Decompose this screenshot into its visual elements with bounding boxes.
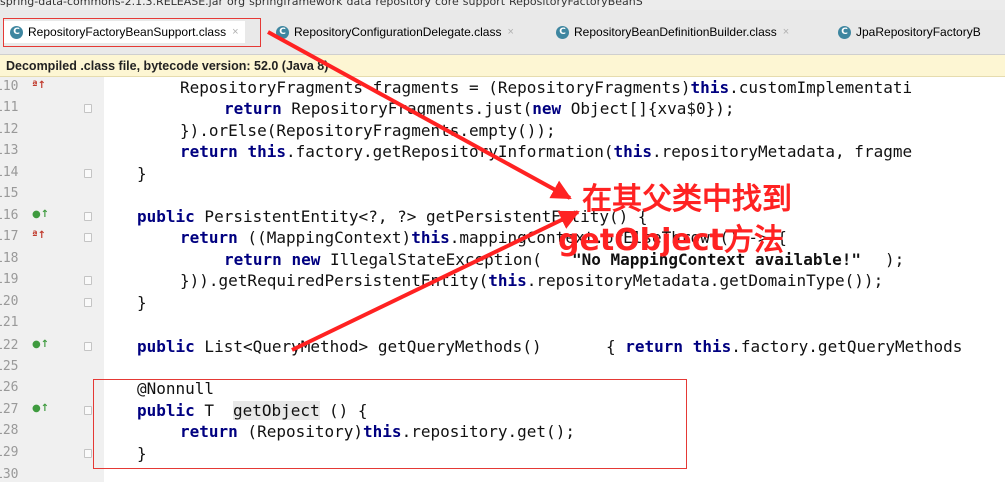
code-text: })).getRequiredPersistentEntity(this.rep… [180,271,884,290]
annotation-text-line2: getObject方法 [558,223,784,258]
tab-label: JpaRepositoryFactoryB [856,25,981,39]
code-line[interactable]: 110 ª↑ RepositoryFragments fragments = (Re… [0,77,1005,99]
code-text: return new IllegalStateException( [224,250,542,269]
code-text: } [137,164,147,183]
line-number: 119 [0,272,19,287]
line-number: 118 [0,251,19,266]
overrides-gutter-icon[interactable]: ª↑ [32,230,46,241]
line-number: 130 [0,467,19,482]
fold-icon[interactable] [84,406,92,415]
code-text: return this.factory.getRepositoryInforma… [180,142,913,161]
close-icon[interactable]: × [783,26,789,38]
code-line[interactable]: 114} [0,163,1005,185]
breadcrumb-item[interactable]: data [347,0,372,8]
code-text: ); [885,250,905,269]
line-number: 116 [0,208,19,223]
active-tab-highlight-box [3,18,261,47]
code-line[interactable]: 119 })).getRequiredPersistentEntity(this.… [0,270,1005,292]
line-number: 117 [0,229,19,244]
tab-repository-bean-definition-builder[interactable]: C RepositoryBeanDefinitionBuilder.class … [556,21,789,43]
line-number: 112 [0,122,19,137]
line-number: 111 [0,100,19,115]
fold-icon[interactable] [84,212,92,221]
breadcrumb-item[interactable]: repository [375,0,431,8]
code-text: RepositoryFragments fragments = (Reposit… [180,78,913,97]
getobject-highlight-box [93,379,687,469]
decompiled-banner: Decompiled .class file, bytecode version… [0,55,1005,77]
implements-gutter-icon[interactable]: ●↑ [32,403,49,414]
class-c-icon: C [276,25,289,39]
breadcrumb-item[interactable]: core [435,0,459,8]
line-number: 128 [0,423,19,438]
line-number: 114 [0,165,19,180]
code-line[interactable]: 120} [0,292,1005,314]
breadcrumb-item[interactable]: spring-data-commons-2.1.3.RELEASE.jar [0,0,223,8]
line-number: 113 [0,143,19,158]
code-line[interactable]: 117ª↑return ((MappingContext)this.mappin… [0,227,1005,249]
line-number: 110 [0,79,19,94]
code-line[interactable]: 111 return RepositoryFragments.just(new O… [0,98,1005,120]
implements-gutter-icon[interactable]: ●↑ [32,209,49,220]
class-c-icon: C [838,25,851,39]
code-line[interactable]: 113 return this.factory.getRepositoryInfo… [0,141,1005,163]
code-text: public List<QueryMethod> getQueryMethods… [137,337,552,356]
code-text: }).orElse(RepositoryFragments.empty()); [180,121,556,140]
line-number: 129 [0,445,19,460]
fold-icon[interactable] [84,298,92,307]
breadcrumb-item[interactable]: springframework [249,0,342,8]
implements-gutter-icon[interactable]: ●↑ [32,339,49,350]
code-text: { return this.factory.getQueryMethods [606,337,963,356]
fold-icon[interactable] [84,449,92,458]
line-number: 120 [0,294,19,309]
code-line[interactable]: 115 [0,184,1005,206]
code-line[interactable]: 112 }).orElse(RepositoryFragments.empty()… [0,120,1005,142]
code-line[interactable]: 122 ●↑ public List<QueryMethod> getQueryMe… [0,336,1005,358]
line-number: 122 [0,338,19,353]
breadcrumb-item[interactable]: org [227,0,245,8]
code-text: } [137,293,147,312]
breadcrumb-item[interactable]: RepositoryFactoryBeanS [509,0,643,8]
overrides-gutter-icon[interactable]: ª↑ [32,80,46,91]
code-line[interactable]: 125 [0,357,1005,379]
breadcrumb: spring-data-commons-2.1.3.RELEASE.jar org… [0,0,1005,10]
tab-repository-configuration-delegate[interactable]: C RepositoryConfigurationDelegate.class … [276,21,514,43]
fold-icon[interactable] [84,342,92,351]
fold-icon[interactable] [84,104,92,113]
tab-label: RepositoryBeanDefinitionBuilder.class [574,25,777,39]
line-number: 115 [0,186,19,201]
code-text: return RepositoryFragments.just(new Obje… [224,99,735,118]
code-line[interactable]: 118return new IllegalStateException("No … [0,249,1005,271]
breadcrumb-item[interactable]: support [463,0,505,8]
class-c-icon: C [556,25,569,39]
fold-icon[interactable] [84,169,92,178]
code-line[interactable]: 121 [0,313,1005,335]
fold-icon[interactable] [84,276,92,285]
annotation-text-line1: 在其父类中找到 [582,182,792,217]
tab-label: RepositoryConfigurationDelegate.class [294,25,502,39]
code-line[interactable]: 116●↑public PersistentEntity<?, ?> getPe… [0,206,1005,228]
close-icon[interactable]: × [507,26,513,38]
line-number: 127 [0,402,19,417]
line-number: 125 [0,359,19,374]
line-number: 121 [0,315,19,330]
tab-jpa-repository-factory[interactable]: C JpaRepositoryFactoryB [838,21,981,43]
line-number: 126 [0,380,19,395]
fold-icon[interactable] [84,233,92,242]
